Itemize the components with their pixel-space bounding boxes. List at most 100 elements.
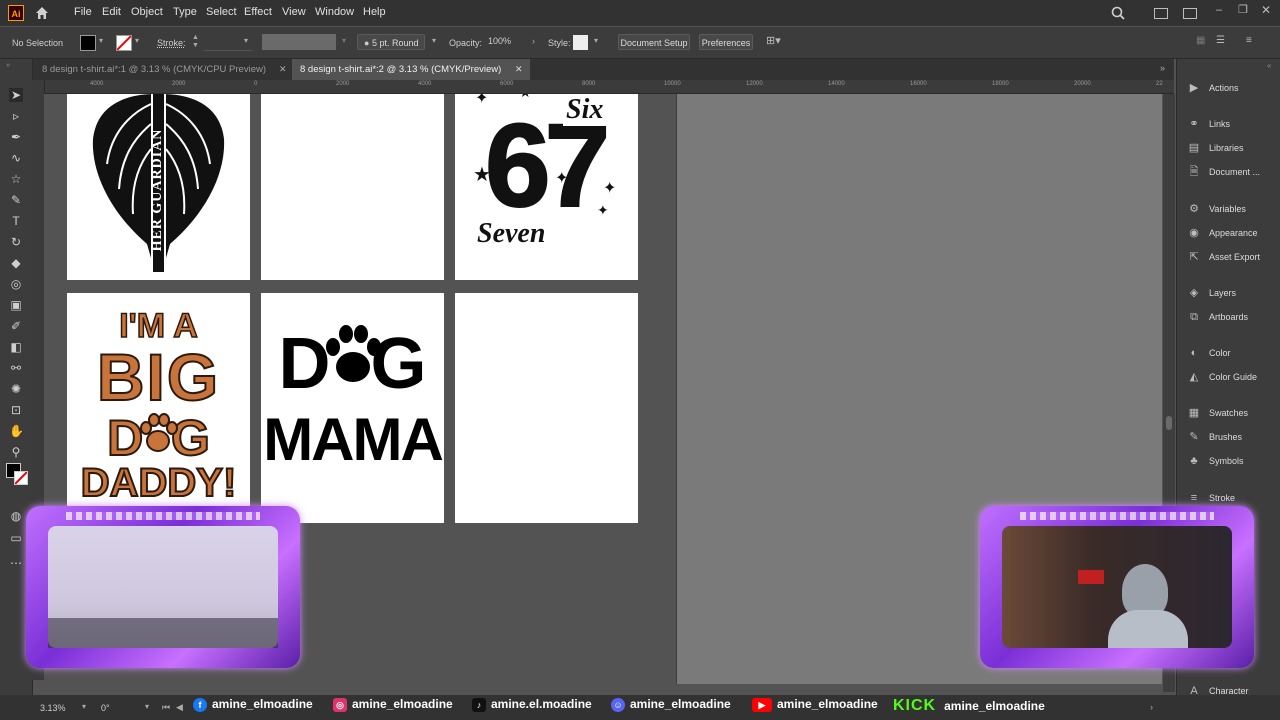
layers-icon: ◈ (1189, 287, 1199, 299)
more-tools-icon[interactable]: ⋯ (9, 556, 23, 570)
chevron-down-icon[interactable]: ▾ (432, 36, 436, 45)
chevron-down-icon[interactable]: ▾ (135, 36, 139, 45)
panel-document-info[interactable]: 🗎 Document ... (1187, 162, 1260, 182)
panel-appearance[interactable]: ◉ Appearance (1187, 223, 1257, 243)
panel-variables[interactable]: ⚙ Variables (1187, 199, 1246, 219)
preferences-button[interactable]: Preferences (699, 34, 753, 50)
rotation-value[interactable]: 0° (101, 703, 110, 713)
zoom-level[interactable]: 3.13% (40, 703, 66, 713)
scroll-right-icon[interactable]: › (1150, 702, 1153, 712)
chevron-down-icon[interactable]: ▾ (244, 36, 248, 45)
menu-file[interactable]: File (74, 6, 92, 18)
opacity-input[interactable]: 100% (488, 36, 528, 50)
fill-swatch[interactable] (80, 35, 96, 51)
artboard-six-seven[interactable]: 67 Six Seven ✦ ★ ★ ✦ ✦ ✦ (455, 94, 638, 280)
restore-icon[interactable]: ❐ (1238, 3, 1248, 16)
search-icon[interactable] (1111, 6, 1125, 20)
artboard-dog-mama[interactable]: D G MAMA (261, 293, 444, 523)
artboard-big-dog-daddy[interactable]: I'M A BIG D G DADDY! (67, 293, 250, 523)
scrollbar-thumb[interactable] (1166, 416, 1172, 430)
panel-asset-export[interactable]: ⇱ Asset Export (1187, 247, 1260, 267)
menu-object[interactable]: Object (131, 6, 163, 18)
artboard-tool-icon[interactable]: ⊡ (9, 403, 23, 417)
panel-stroke[interactable]: ≡ Stroke (1187, 488, 1235, 508)
chevron-right-icon[interactable]: › (532, 36, 535, 46)
artboard-her-guardian[interactable]: HER GUARDIAN (67, 94, 250, 280)
artboard-empty-6[interactable] (455, 293, 638, 523)
chevron-down-icon[interactable]: ▾ (82, 702, 86, 711)
pen-tool-icon[interactable]: ✒ (9, 130, 23, 144)
menu-type[interactable]: Type (173, 6, 197, 18)
chevron-down-icon[interactable]: ▾ (594, 36, 598, 45)
direct-selection-tool-icon[interactable]: ▹ (9, 109, 23, 123)
align-icon[interactable]: ▦ (1196, 35, 1205, 46)
panel-label: Brushes (1209, 432, 1243, 442)
menu-help[interactable]: Help (363, 6, 386, 18)
shape-builder-tool-icon[interactable]: ▣ (9, 298, 23, 312)
document-setup-button[interactable]: Document Setup (618, 34, 690, 50)
fill-stroke-indicator[interactable] (6, 463, 28, 485)
gradient-tool-icon[interactable]: ◧ (9, 340, 23, 354)
menu-edit[interactable]: Edit (102, 6, 121, 18)
panel-brushes[interactable]: ✎ Brushes (1187, 427, 1242, 447)
webcam-frame-left (26, 506, 300, 668)
panel-artboards[interactable]: ⧉ Artboards (1187, 307, 1248, 327)
type-tool-icon[interactable]: T (9, 214, 23, 228)
arrange-documents-icon[interactable]: ⊞▾ (766, 34, 781, 47)
panel-layers[interactable]: ◈ Layers (1187, 283, 1236, 303)
zoom-tool-icon[interactable]: ⚲ (9, 445, 23, 459)
transform-icon[interactable]: ☰ (1216, 35, 1225, 46)
first-artboard-icon[interactable]: ⏮ (162, 702, 170, 713)
pencil-tool-icon[interactable]: ✎ (9, 193, 23, 207)
blend-tool-icon[interactable]: ⚯ (9, 361, 23, 375)
artboard-empty-2[interactable] (261, 94, 444, 280)
brush-definition[interactable]: ● 5 pt. Round (357, 34, 425, 50)
panel-label: Symbols (1209, 456, 1244, 466)
panel-actions[interactable]: ▶ Actions (1187, 78, 1239, 98)
previous-artboard-icon[interactable]: ◀ (176, 702, 183, 713)
collapse-icon[interactable]: » (6, 62, 10, 69)
warp-tool-icon[interactable]: ◎ (9, 277, 23, 291)
star-tool-icon[interactable]: ☆ (9, 172, 23, 186)
chevron-down-icon[interactable]: ▾ (99, 36, 103, 45)
eyedropper-tool-icon[interactable]: ✐ (9, 319, 23, 333)
variable-width-profile[interactable] (262, 34, 336, 50)
tab-document-1[interactable]: 8 design t-shirt.ai*:1 @ 3.13 % (CMYK/CP… (34, 59, 294, 80)
stepper-icon[interactable]: ▲ ▼ (192, 34, 199, 50)
close-window-icon[interactable]: ✕ (1261, 3, 1271, 17)
tabs-overflow-icon[interactable]: » (1160, 63, 1165, 73)
chevron-down-icon[interactable]: ▾ (342, 36, 346, 45)
stroke-swatch[interactable] (116, 35, 132, 51)
expand-panels-icon[interactable]: « (1267, 61, 1271, 70)
curvature-tool-icon[interactable]: ∿ (9, 151, 23, 165)
menu-icon[interactable]: ≡ (1246, 35, 1252, 46)
eraser-tool-icon[interactable]: ◆ (9, 256, 23, 270)
selection-tool-icon[interactable]: ➤ (9, 88, 23, 102)
minimize-icon[interactable]: – (1216, 4, 1222, 16)
kick-logo: KICK (893, 697, 937, 714)
style-swatch[interactable] (573, 35, 588, 50)
close-tab-icon[interactable]: ✕ (279, 64, 287, 75)
panel-swatches[interactable]: ▦ Swatches (1187, 403, 1248, 423)
menu-select[interactable]: Select (206, 6, 237, 18)
chevron-down-icon[interactable]: ▾ (145, 702, 149, 711)
draw-mode-icon[interactable]: ◍ (9, 509, 23, 523)
panel-links[interactable]: ⚭ Links (1187, 114, 1230, 134)
panel-symbols[interactable]: ♣ Symbols (1187, 451, 1244, 471)
panel-color[interactable]: ◐ Color (1187, 343, 1231, 363)
rotate-tool-icon[interactable]: ↻ (9, 235, 23, 249)
arrange-icon[interactable] (1183, 8, 1197, 19)
menu-effect[interactable]: Effect (244, 6, 272, 18)
tab-document-2[interactable]: 8 design t-shirt.ai*:2 @ 3.13 % (CMYK/Pr… (292, 59, 530, 80)
stroke-label[interactable]: Stroke: (157, 38, 186, 48)
menu-view[interactable]: View (282, 6, 306, 18)
home-icon[interactable] (34, 5, 50, 21)
workspace-icon[interactable] (1154, 8, 1168, 19)
panel-color-guide[interactable]: ◭ Color Guide (1187, 367, 1257, 387)
symbol-sprayer-tool-icon[interactable]: ✺ (9, 382, 23, 396)
close-tab-icon[interactable]: ✕ (515, 64, 523, 75)
panel-libraries[interactable]: ▤ Libraries (1187, 138, 1244, 158)
menu-window[interactable]: Window (315, 6, 354, 18)
screen-mode-icon[interactable]: ▭ (9, 531, 23, 545)
hand-tool-icon[interactable]: ✋ (9, 424, 24, 438)
